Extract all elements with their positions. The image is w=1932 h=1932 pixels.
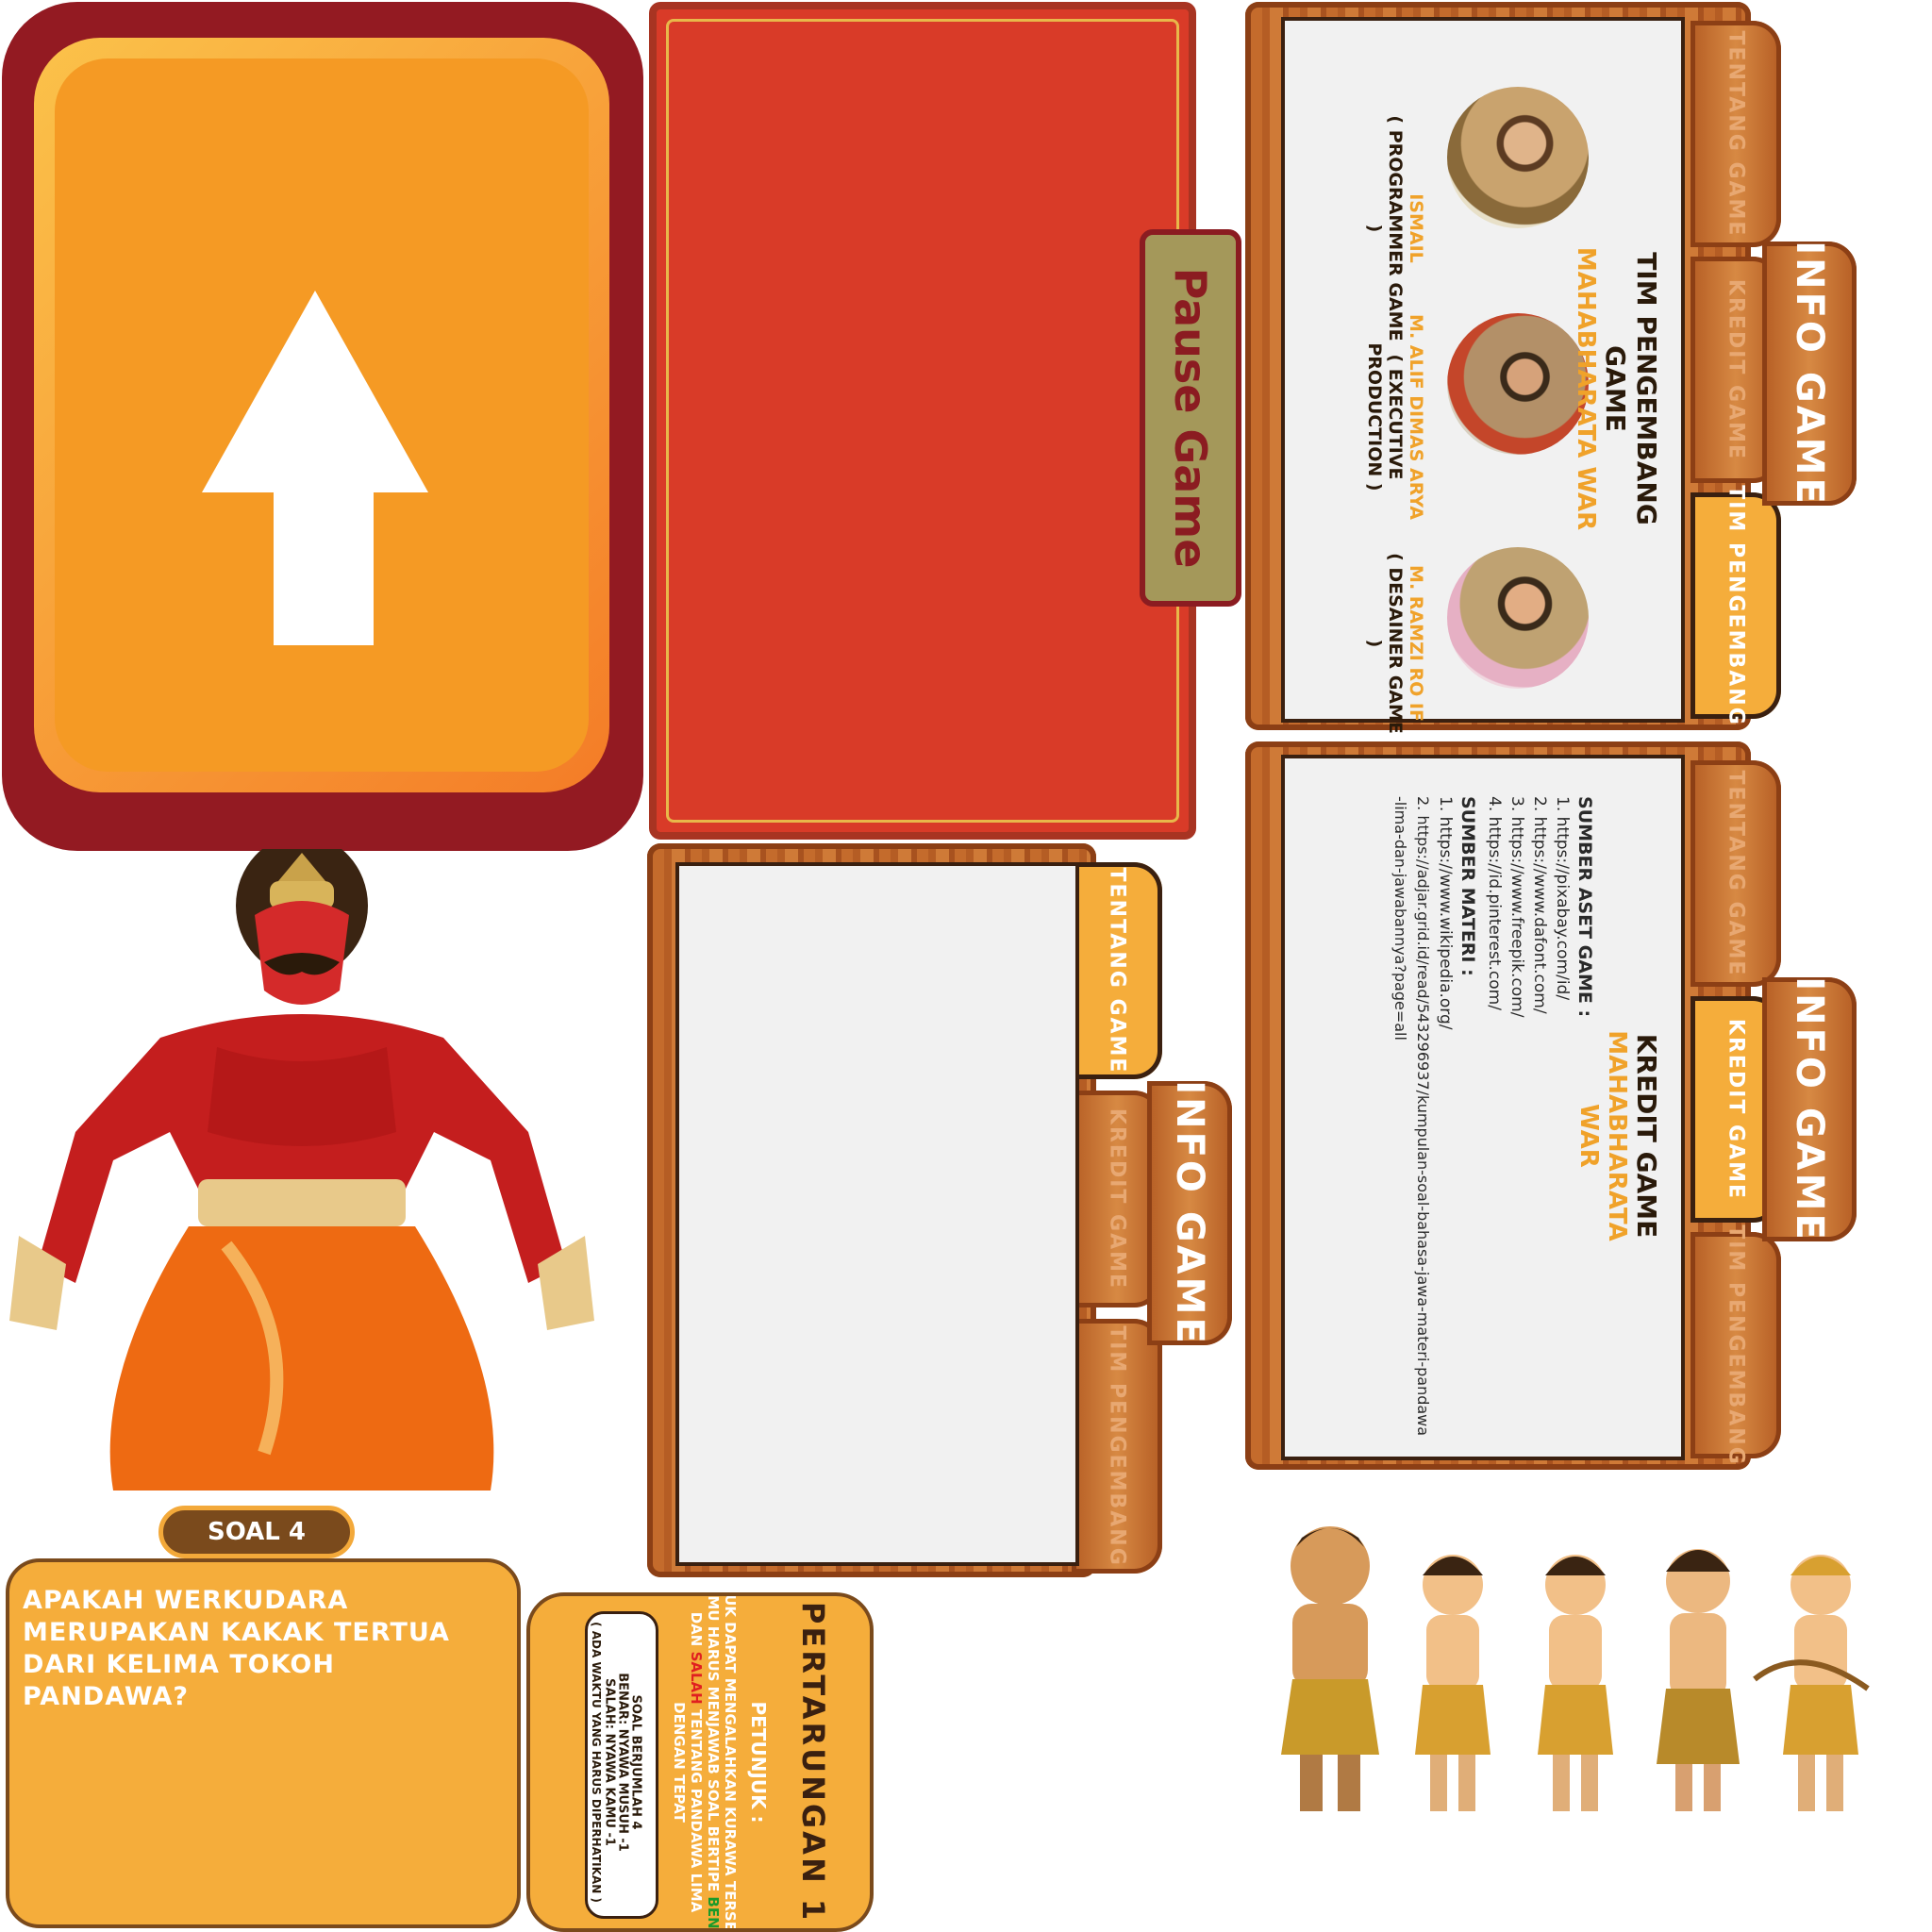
- rules-line: SALAH: NYAWA KAMU -1: [602, 1678, 617, 1846]
- team-heading: TIM PENGEMBANG GAME MAHABHARATA WAR: [1572, 238, 1662, 540]
- pandawa-character: [1281, 1526, 1379, 1811]
- question-text: APAKAH WERKUDARA MERUPAKAN KAKAK TERTUA …: [23, 1586, 450, 1711]
- info-panel-team: TENTANG GAME KREDIT GAME TIM PENGEMBANG …: [1245, 2, 1857, 734]
- member-name: M. ALIF DIMAS ARYA: [1406, 314, 1426, 520]
- info-panel-credit: TENTANG GAME KREDIT GAME TIM PENGEMBANG …: [1245, 741, 1857, 1474]
- material-link[interactable]: 2. https://adjar.grid.id/read/543296937/…: [1411, 796, 1434, 1447]
- tab-tim-pengembang[interactable]: TIM PENGEMBANG: [1072, 1319, 1162, 1574]
- pause-panel: [649, 2, 1196, 840]
- credit-title: KREDIT GAME: [1631, 1033, 1662, 1239]
- pause-panel-border: [666, 19, 1179, 823]
- instructions-line-1: UNTUK DAPAT MENGALAHKAN KURAWA TERSEBUT: [722, 1592, 739, 1932]
- instructions-line-3: DAN SALAH TENTANG PANDAWA LIMA: [688, 1611, 705, 1913]
- info-game-side-tab[interactable]: INFO GAME: [1762, 976, 1857, 1242]
- salah-label: SALAH: [688, 1651, 705, 1705]
- tab-tim-pengembang[interactable]: TIM PENGEMBANG: [1690, 1224, 1781, 1466]
- up-arrow-button[interactable]: [2, 2, 643, 851]
- member-role: ( DESAINER GAME ): [1364, 553, 1406, 734]
- rules-line: ( ADA WAKTU YANG HARUS DIPERHATIKAN ): [590, 1622, 603, 1903]
- member-alif: M. ALIF DIMAS ARYA ( EXECUTIVE PRODUCTIO…: [1364, 294, 1426, 540]
- team-subtitle: MAHABHARATA WAR: [1572, 246, 1600, 531]
- pandawa-character: [1415, 1555, 1491, 1811]
- team-paper: TIM PENGEMBANG GAME MAHABHARATA WAR ISMA…: [1281, 17, 1685, 734]
- tab-tentang-game[interactable]: TENTANG GAME: [1690, 760, 1781, 987]
- pause-game-label: Pause Game: [1165, 267, 1216, 569]
- instructions-heading: PETUNJUK :: [747, 1701, 770, 1824]
- benar-label: BENAR: [705, 1896, 722, 1932]
- battle-instructions-card: PERTARUNGAN 1 PETUNJUK : UNTUK DAPAT MEN…: [526, 1592, 874, 1932]
- arrow-up-icon: [202, 291, 428, 645]
- up-button-bevel: [34, 38, 609, 792]
- up-button-face: [55, 58, 589, 772]
- member-name: M. RAMZI RO IF: [1406, 565, 1426, 722]
- tab-tentang-game[interactable]: TENTANG GAME: [1072, 862, 1162, 1079]
- tab-tim-pengembang[interactable]: TIM PENGEMBANG: [1690, 485, 1781, 726]
- question-box: APAKAH WERKUDARA MERUPAKAN KAKAK TERTUA …: [6, 1558, 521, 1928]
- material-link[interactable]: -lima-dan-jawabannya?page=all: [1389, 796, 1411, 1447]
- asset-link[interactable]: 4. https://id.pinterest.com/: [1483, 796, 1506, 1447]
- asset-link[interactable]: 2. https://www.dafont.com/: [1528, 796, 1551, 1447]
- pandawa-character: [1538, 1555, 1613, 1811]
- blank-paper: [675, 862, 1079, 1566]
- info-panel-blank: TENTANG GAME KREDIT GAME TIM PENGEMBANG …: [647, 843, 1232, 1589]
- asset-link[interactable]: 1. https://pixabay.com/id/: [1551, 796, 1574, 1447]
- rules-line: BENAR: NYAWA MUSUH -1: [615, 1673, 630, 1852]
- material-link[interactable]: 1. https://www.wikipedia.org/: [1434, 796, 1457, 1447]
- credit-paper: KREDIT GAME MAHABHARATA WAR SUMBER ASET …: [1281, 755, 1685, 1460]
- pandawa-characters: [1281, 1526, 1870, 1811]
- info-game-side-tab[interactable]: INFO GAME: [1762, 241, 1857, 507]
- tab-tentang-game[interactable]: TENTANG GAME: [1690, 21, 1781, 247]
- rules-line: SOAL BERJUMLAH 4: [628, 1694, 643, 1830]
- assets-heading: SUMBER ASET GAME :: [1574, 796, 1595, 1018]
- member-photo-ismail: [1447, 87, 1589, 228]
- instructions-line-4: DENGAN TEPAT: [671, 1702, 688, 1823]
- pandawa-character: [1657, 1549, 1740, 1811]
- asset-link[interactable]: 3. https://www.freepik.com/: [1506, 796, 1528, 1447]
- info-game-side-tab[interactable]: INFO GAME: [1147, 1080, 1232, 1346]
- member-ramzi: M. RAMZI RO IF ( DESAINER GAME ): [1364, 549, 1426, 738]
- instructions-title: PERTARUNGAN 1: [795, 1601, 831, 1924]
- instructions-line-2: KAMU HARUS MENJAWAB SOAL BERTIPE BENAR: [705, 1596, 722, 1932]
- credit-list: SUMBER ASET GAME : 1. https://pixabay.co…: [1389, 796, 1596, 1447]
- werkudara-character: [9, 849, 594, 1491]
- member-role: ( EXECUTIVE PRODUCTION ): [1364, 342, 1406, 491]
- materials-heading: SUMBER MATERI :: [1457, 796, 1478, 976]
- member-photo-alif: [1447, 313, 1589, 455]
- pandawa-character: [1753, 1555, 1870, 1811]
- pause-game-tab[interactable]: Pause Game: [1140, 229, 1241, 607]
- member-photo-ramzi: [1447, 547, 1589, 689]
- team-title: TIM PENGEMBANG GAME: [1600, 252, 1662, 525]
- question-number-badge: SOAL 4: [158, 1506, 355, 1558]
